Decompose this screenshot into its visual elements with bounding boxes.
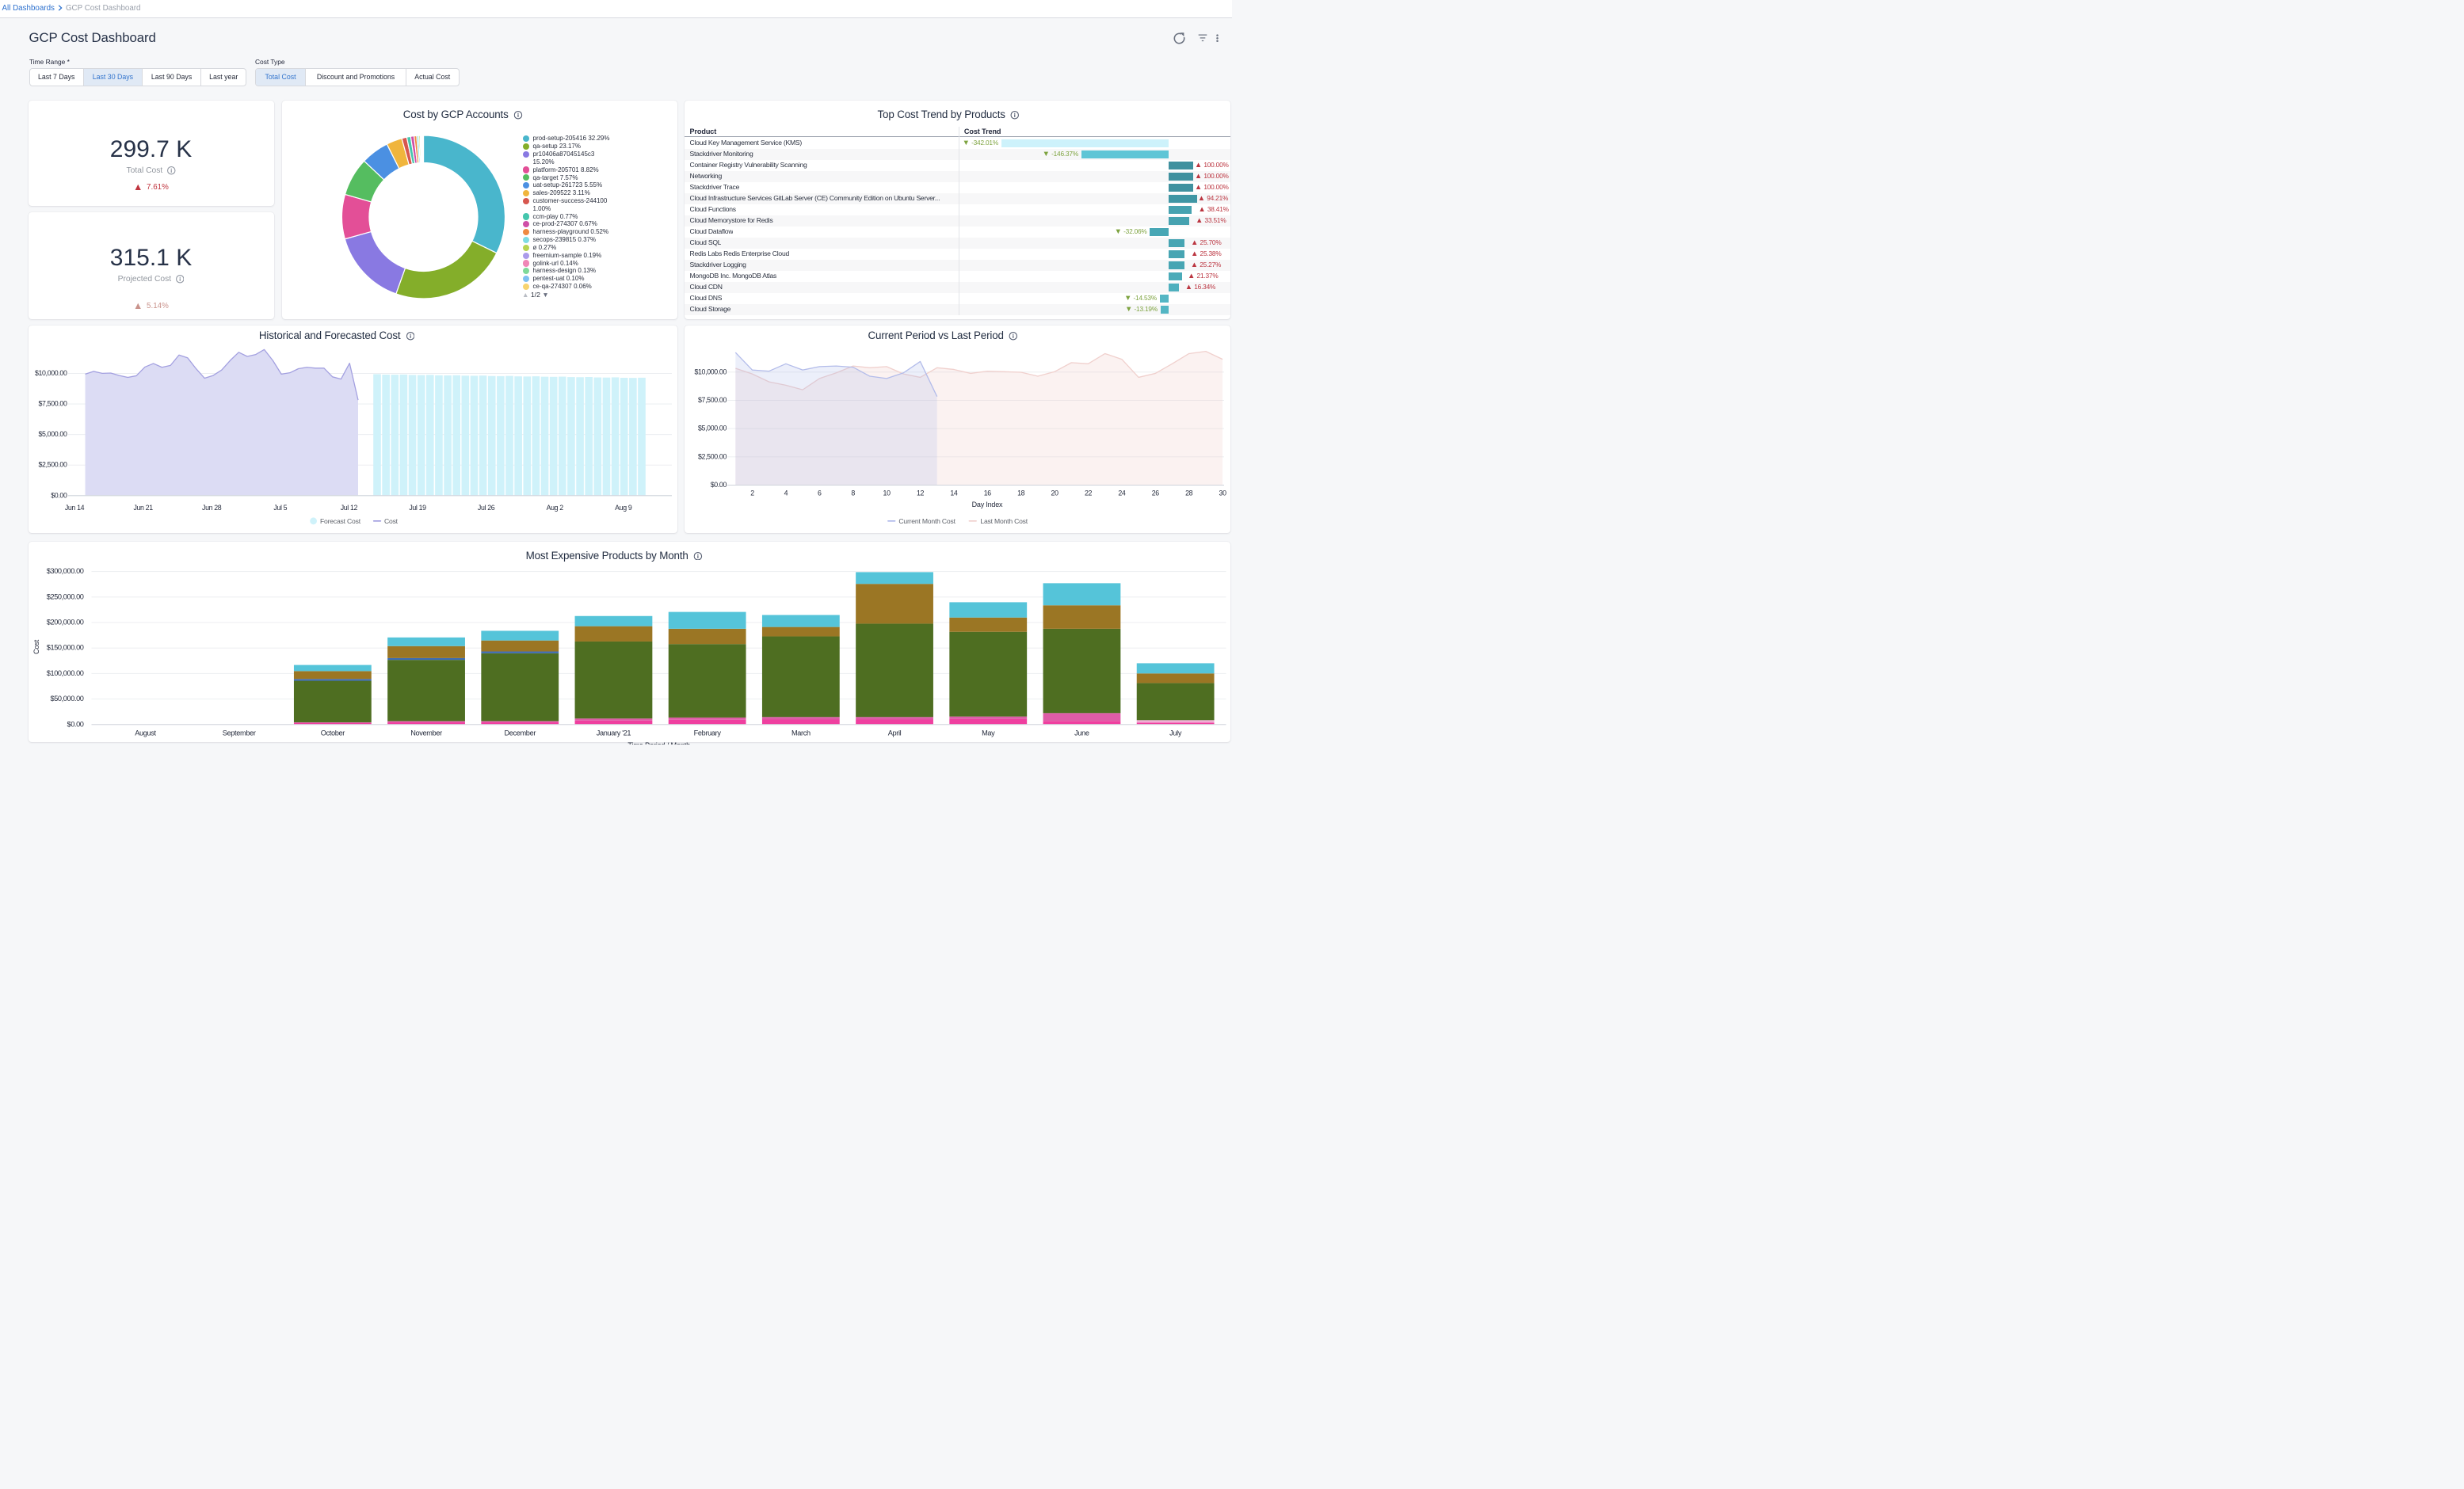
svg-text:June: June (1074, 729, 1089, 737)
svg-text:$0.00: $0.00 (67, 720, 84, 728)
svg-text:January '21: January '21 (597, 729, 631, 737)
svg-text:$50,000.00: $50,000.00 (51, 695, 84, 703)
svg-text:$250,000.00: $250,000.00 (47, 592, 84, 600)
svg-text:Cost: Cost (32, 639, 40, 654)
svg-text:$100,000.00: $100,000.00 (47, 669, 84, 677)
svg-text:August: August (135, 729, 156, 737)
svg-text:November: November (410, 729, 442, 737)
svg-text:Time Period / Month: Time Period / Month (627, 741, 690, 744)
svg-text:September: September (223, 729, 256, 737)
svg-text:December: December (504, 729, 536, 737)
svg-text:October: October (321, 729, 345, 737)
svg-text:April: April (888, 729, 902, 737)
svg-text:$300,000.00: $300,000.00 (47, 567, 84, 575)
svg-text:$200,000.00: $200,000.00 (47, 619, 84, 626)
svg-text:February: February (694, 729, 722, 737)
svg-text:May: May (982, 729, 995, 737)
svg-text:July: July (1169, 729, 1182, 737)
svg-text:March: March (791, 729, 811, 737)
svg-text:$150,000.00: $150,000.00 (47, 644, 84, 652)
